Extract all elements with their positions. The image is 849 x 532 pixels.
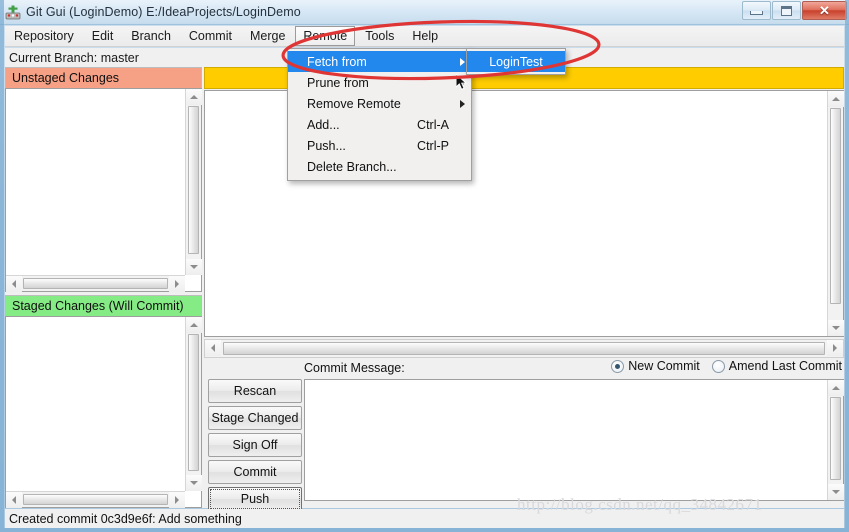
menu-item-label: Remove Remote [307,97,401,111]
chevron-right-icon [460,58,465,66]
menu-item-push[interactable]: Push... Ctrl-P [288,135,471,156]
menu-item-shortcut: Ctrl-A [417,118,465,132]
menu-item-label: Push... [307,139,346,153]
fetch-from-submenu: LoginTest [466,48,566,75]
menu-item-remove-remote[interactable]: Remove Remote [288,93,471,114]
menu-item-label: Prune from [307,76,369,90]
menu-item-add[interactable]: Add... Ctrl-A [288,114,471,135]
menu-item-delete-branch[interactable]: Delete Branch... [288,156,471,177]
chevron-right-icon [460,79,465,87]
chevron-right-icon [460,100,465,108]
menu-item-shortcut: Ctrl-P [417,139,465,153]
menu-item-label: Fetch from [307,55,367,69]
menu-item-label: Add... [307,118,340,132]
watermark-text: http://blog.csdn.net/qq_34842671 [517,495,763,515]
remote-dropdown-menu: Fetch from Prune from Remove Remote Add.… [287,48,472,181]
menu-item-label: Delete Branch... [307,160,397,174]
git-gui-window: Git Gui (LoginDemo) E:/IdeaProjects/Logi… [0,0,849,532]
menu-item-fetch-from[interactable]: Fetch from [288,51,471,72]
menu-item-prune-from[interactable]: Prune from [288,72,471,93]
submenu-item-logintest[interactable]: LoginTest [467,51,565,72]
